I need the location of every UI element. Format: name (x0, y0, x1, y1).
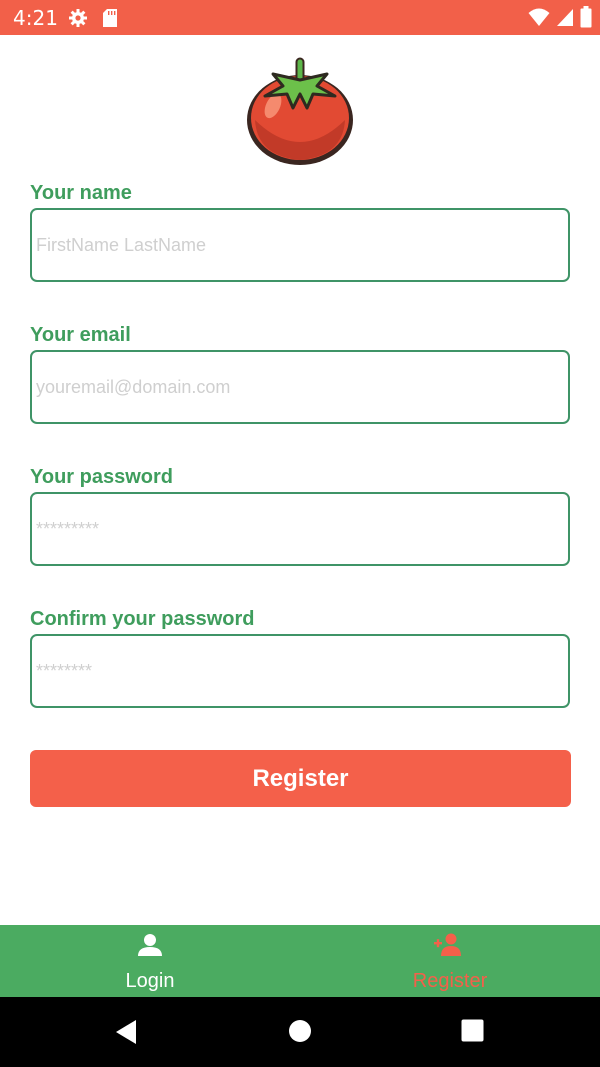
status-time: 4:21 (13, 6, 58, 30)
sd-card-icon (103, 9, 117, 27)
email-label: Your email (30, 324, 131, 346)
battery-icon (580, 6, 592, 28)
recents-icon[interactable] (461, 1019, 484, 1042)
confirm-password-label: Confirm your password (30, 608, 255, 630)
email-input[interactable] (30, 350, 570, 424)
people-icon (434, 933, 461, 956)
tab-login-label: Login (125, 970, 175, 992)
name-input[interactable] (30, 208, 570, 282)
password-label: Your password (30, 466, 173, 488)
name-label: Your name (30, 182, 132, 204)
register-button[interactable]: Register (30, 750, 571, 807)
tomato-icon (247, 57, 353, 165)
gear-icon (69, 9, 87, 27)
wifi-icon (528, 8, 550, 26)
back-icon[interactable] (114, 1019, 138, 1045)
status-bar: 4:21 (0, 0, 600, 35)
system-navigation-bar (0, 997, 600, 1067)
signal-icon (557, 9, 573, 26)
tab-register-label: Register (412, 970, 488, 992)
bottom-navigation: Login Register (0, 925, 600, 997)
tab-login[interactable]: Login (0, 925, 300, 997)
home-icon[interactable] (288, 1019, 312, 1043)
password-input[interactable] (30, 492, 570, 566)
confirm-password-input[interactable] (30, 634, 570, 708)
person-icon (138, 934, 162, 956)
tab-register[interactable]: Register (300, 925, 600, 997)
